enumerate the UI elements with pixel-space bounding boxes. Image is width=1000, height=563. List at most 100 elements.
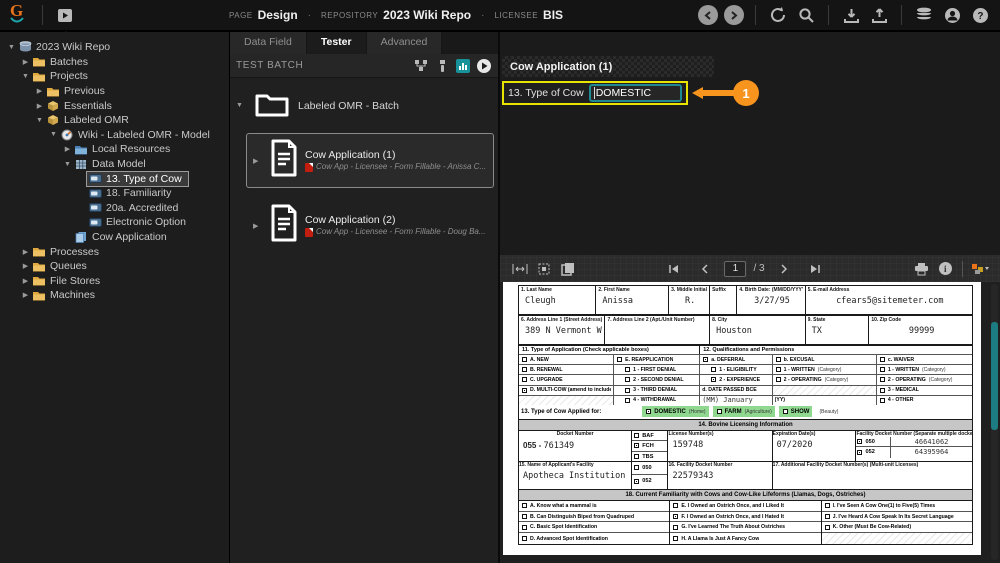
expander-right-icon[interactable]: ▶ bbox=[34, 102, 45, 110]
divider bbox=[42, 5, 43, 25]
tree-item-label: Essentials bbox=[64, 100, 112, 112]
extracted-field-row[interactable]: 13. Type of Cow DOMESTIC bbox=[502, 81, 688, 105]
page-value[interactable]: Design bbox=[258, 8, 298, 22]
expander-down-icon[interactable]: ▼ bbox=[20, 73, 31, 80]
forward-icon[interactable] bbox=[724, 5, 744, 25]
prev-page-icon[interactable] bbox=[696, 260, 714, 278]
expander-right-icon[interactable]: ▶ bbox=[34, 87, 45, 95]
tree-item-machines[interactable]: ▶Machines bbox=[0, 288, 229, 303]
folder-icon bbox=[32, 56, 46, 68]
expander-right-icon[interactable]: ▶ bbox=[20, 277, 31, 285]
tab-data-field[interactable]: Data Field bbox=[230, 32, 307, 54]
pages-icon[interactable] bbox=[559, 260, 577, 278]
expiration-cell: Expiration Date(s)07/2020 bbox=[773, 431, 857, 461]
download-icon[interactable] bbox=[840, 4, 862, 26]
tree-item-wiki-labeled-omr-model[interactable]: ▼Wiki - Labeled OMR - Model bbox=[0, 128, 229, 143]
expander-right-icon[interactable]: ▶ bbox=[20, 58, 31, 66]
application-grid: A. NEWB. RENEWALC. UPGRADED. MULTI-COW (… bbox=[518, 354, 973, 405]
flashlight-icon[interactable] bbox=[434, 58, 450, 74]
search-icon[interactable] bbox=[795, 4, 817, 26]
licensee-value[interactable]: BIS bbox=[543, 8, 563, 22]
run-icon[interactable] bbox=[476, 58, 492, 74]
expander-right-icon[interactable]: ▶ bbox=[20, 291, 31, 299]
facility-code-stack: 050052 bbox=[632, 462, 668, 489]
back-icon[interactable] bbox=[698, 5, 718, 25]
familiarity-item: I. I've Seen A Cow One(1) to Five(5) Tim… bbox=[822, 501, 972, 512]
tree-item-20a-accredited[interactable]: 20a. Accredited bbox=[0, 201, 229, 216]
help-icon[interactable]: ? bbox=[969, 4, 991, 26]
document-item[interactable]: ▶Cow Application (2)Cow App - Licensee -… bbox=[246, 198, 494, 253]
tree-item-label: 18. Familiarity bbox=[106, 187, 171, 199]
folder-icon bbox=[32, 70, 46, 82]
media-box-icon[interactable] bbox=[54, 4, 76, 26]
user-icon[interactable] bbox=[941, 4, 963, 26]
expander-down-icon[interactable]: ▼ bbox=[48, 131, 59, 138]
document-item[interactable]: ▶Cow Application (1)Cow App - Licensee -… bbox=[246, 133, 494, 188]
tree-item-2023-wiki-repo[interactable]: ▼2023 Wiki Repo bbox=[0, 40, 229, 55]
print-icon[interactable] bbox=[912, 260, 930, 278]
tree-item-batches[interactable]: ▶Batches bbox=[0, 55, 229, 70]
marquee-zoom-icon[interactable] bbox=[535, 260, 553, 278]
viewer-content[interactable]: 1. Last NameCleugh2. First NameAnissa3. … bbox=[500, 282, 1000, 563]
tab-tester[interactable]: Tester bbox=[307, 32, 367, 54]
expander-right-icon[interactable]: ▶ bbox=[62, 145, 73, 153]
cube-icon bbox=[46, 100, 60, 112]
expander-right-icon[interactable]: ▶ bbox=[253, 222, 263, 230]
last-page-icon[interactable] bbox=[806, 260, 824, 278]
next-page-icon[interactable] bbox=[775, 260, 793, 278]
data-model-icon bbox=[74, 158, 88, 170]
tree-item-projects[interactable]: ▼Projects bbox=[0, 69, 229, 84]
tree-item-18-familiarity[interactable]: 18. Familiarity bbox=[0, 186, 229, 201]
cube-icon bbox=[46, 114, 60, 126]
checkbox-label: b. EXCUSAL bbox=[784, 357, 815, 363]
chart-toggle-icon[interactable] bbox=[455, 58, 471, 74]
first-page-icon[interactable] bbox=[665, 260, 683, 278]
expander-right-icon[interactable]: ▶ bbox=[20, 248, 31, 256]
tree-item-content: 20a. Accredited bbox=[87, 201, 184, 215]
tree-item-queues[interactable]: ▶Queues bbox=[0, 259, 229, 274]
repository-value[interactable]: 2023 Wiki Repo bbox=[383, 8, 471, 22]
expander-right-icon[interactable]: ▶ bbox=[253, 157, 263, 165]
layout-options-icon[interactable] bbox=[971, 260, 989, 278]
form-field-value: cfears5@sitemeter.com bbox=[808, 293, 970, 306]
info-icon[interactable]: i bbox=[936, 260, 954, 278]
expander-down-icon[interactable]: ▼ bbox=[236, 102, 246, 109]
fit-width-icon[interactable] bbox=[511, 260, 529, 278]
folder-icon bbox=[32, 246, 46, 258]
checkbox-label: B. RENEWAL bbox=[530, 367, 563, 373]
tree-item-previous[interactable]: ▶Previous bbox=[0, 84, 229, 99]
refresh-icon[interactable] bbox=[767, 4, 789, 26]
tree-item-label: 13. Type of Cow bbox=[106, 173, 182, 185]
expander-down-icon[interactable]: ▼ bbox=[62, 161, 73, 168]
tree-item-data-model[interactable]: ▼Data Model bbox=[0, 157, 229, 172]
document-large-icon bbox=[269, 139, 299, 182]
tree-item-cow-application[interactable]: Cow Application bbox=[0, 230, 229, 245]
familiarity-item bbox=[822, 533, 972, 544]
grooper-logo-icon[interactable]: G bbox=[0, 0, 34, 31]
field-value-input[interactable]: DOMESTIC bbox=[589, 84, 682, 102]
batch-root-item[interactable]: ▼ Labeled OMR - Batch bbox=[234, 86, 494, 129]
expander-down-icon[interactable]: ▼ bbox=[6, 44, 17, 51]
tree-view-icon[interactable] bbox=[413, 58, 429, 74]
form-field-value: 389 N Vermont Way bbox=[521, 323, 602, 336]
upload-icon[interactable] bbox=[868, 4, 890, 26]
viewer-scrollbar[interactable] bbox=[991, 284, 998, 560]
tree-item-labeled-omr[interactable]: ▼Labeled OMR bbox=[0, 113, 229, 128]
form-checkbox-item: B. RENEWAL bbox=[519, 364, 614, 374]
tree-item-content: Local Resources bbox=[73, 142, 176, 156]
database-icon[interactable] bbox=[913, 4, 935, 26]
scrollbar-thumb[interactable] bbox=[991, 322, 998, 430]
expander-right-icon[interactable]: ▶ bbox=[20, 262, 31, 270]
tab-advanced[interactable]: Advanced bbox=[367, 32, 443, 54]
page-number-input[interactable]: 1 bbox=[724, 261, 746, 277]
tree-item-local-resources[interactable]: ▶Local Resources bbox=[0, 142, 229, 157]
tree-item-file-stores[interactable]: ▶File Stores bbox=[0, 274, 229, 289]
checkbox-unchecked bbox=[625, 377, 630, 382]
tree-item-processes[interactable]: ▶Processes bbox=[0, 244, 229, 259]
folder-icon bbox=[32, 275, 46, 287]
tree-item-13-type-of-cow[interactable]: 13. Type of Cow bbox=[0, 171, 229, 186]
tree-item-essentials[interactable]: ▶ Essentials bbox=[0, 98, 229, 113]
expander-down-icon[interactable]: ▼ bbox=[34, 117, 45, 124]
tree-item-electronic-option[interactable]: Electronic Option bbox=[0, 215, 229, 230]
grid-column: c. WAIVER1 - WRITTEN(Category)2 - OPERAT… bbox=[877, 354, 972, 405]
